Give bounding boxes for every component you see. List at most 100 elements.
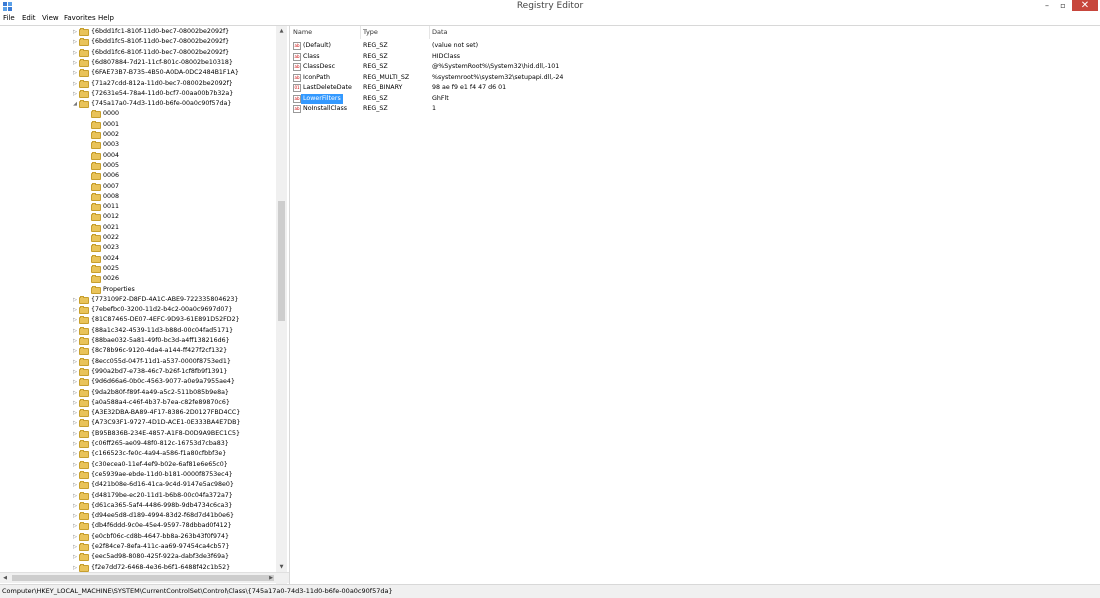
tree-node[interactable]: ▷ {6FAE73B7-B735-4B50-A0DA-0DC2484B1F1A} [0, 68, 275, 78]
tree-node[interactable]: ▷ {d94ee5d8-d189-4994-83d2-f68d7d41b0e6} [0, 511, 275, 521]
tree-node[interactable]: ▷ {d61ca365-5af4-4486-998b-9db4734c6ca3} [0, 501, 275, 511]
tree-node[interactable]: ▷ {72631e54-78a4-11d0-bcf7-00aa00b7b32a} [0, 89, 275, 99]
value-row[interactable]: ab IconPath REG_MULTI_SZ %systemroot%\syste… [290, 73, 990, 83]
tree-node[interactable]: ▷ {6bdd1fc5-810f-11d0-bec7-08002be2092f} [0, 37, 275, 47]
expand-arrow-icon[interactable]: ▷ [72, 27, 78, 37]
tree-node[interactable]: ▷ {A3E32DBA-BA89-4F17-8386-2D0127FBD4CC} [0, 408, 275, 418]
expand-arrow-icon[interactable]: ▷ [72, 37, 78, 47]
tree-node[interactable]: 0024 [0, 254, 275, 264]
expand-arrow-icon[interactable]: ▷ [72, 295, 78, 305]
value-row[interactable]: ab ClassDesc REG_SZ @%SystemRoot%\System32\… [290, 62, 990, 72]
expand-arrow-icon[interactable]: ▷ [72, 367, 78, 377]
tree-node[interactable]: ▷ {A73C93F1-9727-4D1D-ACE1-0E333BA4E7DB} [0, 418, 275, 428]
expand-arrow-icon[interactable]: ▷ [72, 58, 78, 68]
value-row[interactable]: 01 LastDeleteDate REG_BINARY 98 ae f9 e1 f4… [290, 83, 990, 93]
tree-node[interactable]: 0003 [0, 140, 275, 150]
expand-arrow-icon[interactable]: ▷ [72, 408, 78, 418]
tree-node[interactable]: ▷ {ce5939ae-ebde-11d0-b181-0000f8753ec4} [0, 470, 275, 480]
collapse-arrow-icon[interactable]: ◢ [72, 99, 78, 109]
tree-node[interactable]: 0023 [0, 243, 275, 253]
column-divider[interactable] [360, 26, 361, 39]
tree-node[interactable]: ▷ {81C87465-DE07-4EFC-9D93-61E891D52FD2} [0, 315, 275, 325]
maximize-button[interactable]: ▫ [1056, 0, 1070, 11]
close-button[interactable]: ✕ [1072, 0, 1098, 11]
expand-arrow-icon[interactable]: ▷ [72, 315, 78, 325]
scroll-up-icon[interactable]: ▲ [276, 26, 287, 36]
expand-arrow-icon[interactable]: ▷ [72, 439, 78, 449]
column-header-name[interactable]: Name [293, 28, 312, 36]
expand-arrow-icon[interactable]: ▷ [72, 552, 78, 562]
tree-node[interactable]: 0002 [0, 130, 275, 140]
tree-node[interactable]: ▷ {c30ecea0-11ef-4ef9-b02e-6af81e6e65c0} [0, 460, 275, 470]
tree-node[interactable]: 0001 [0, 120, 275, 130]
scroll-left-icon[interactable]: ◀ [0, 573, 10, 583]
menu-help[interactable]: Help [98, 14, 114, 22]
expand-arrow-icon[interactable]: ▷ [72, 449, 78, 459]
tree-node[interactable]: ▷ {9d6d66a6-0b0c-4563-9077-a0e9a7955ae4} [0, 377, 275, 387]
tree-vertical-scrollbar[interactable]: ▲ ▼ [276, 26, 287, 584]
tree-node[interactable]: ▷ {6bdd1fc1-810f-11d0-bec7-08002be2092f} [0, 27, 275, 37]
expand-arrow-icon[interactable]: ▷ [72, 480, 78, 490]
expand-arrow-icon[interactable]: ▷ [72, 532, 78, 542]
expand-arrow-icon[interactable]: ▷ [72, 511, 78, 521]
tree-node[interactable]: 0004 [0, 151, 275, 161]
tree-node[interactable]: ▷ {B95B836B-234E-4857-A1F8-D0D9A9BEC1C5} [0, 429, 275, 439]
expand-arrow-icon[interactable]: ▷ [72, 521, 78, 531]
expand-arrow-icon[interactable]: ▷ [72, 79, 78, 89]
expand-arrow-icon[interactable]: ▷ [72, 336, 78, 346]
tree-node[interactable]: ▷ {71a27cdd-812a-11d0-bec7-08002be2092f} [0, 79, 275, 89]
expand-arrow-icon[interactable]: ▷ [72, 542, 78, 552]
tree-node[interactable]: ▷ {88bae032-5a81-49f0-bc3d-a4ff138216d6} [0, 336, 275, 346]
tree-node[interactable]: ◢ {745a17a0-74d3-11d0-b6fe-00a0c90f57da} [0, 99, 275, 109]
expand-arrow-icon[interactable]: ▷ [72, 491, 78, 501]
tree-node[interactable]: ▷ {db4f6ddd-9c0e-45e4-9597-78dbbad0f412} [0, 521, 275, 531]
expand-arrow-icon[interactable]: ▷ [72, 460, 78, 470]
expand-arrow-icon[interactable]: ▷ [72, 377, 78, 387]
tree-node[interactable]: ▷ {d421b08e-6d16-41ca-9c4d-9147e5ac98e0} [0, 480, 275, 490]
tree-node[interactable]: ▷ {990a2bd7-e738-46c7-b26f-1cf8fb9f1391} [0, 367, 275, 377]
value-row[interactable]: ab (Default) REG_SZ (value not set) [290, 41, 990, 51]
expand-arrow-icon[interactable]: ▷ [72, 305, 78, 315]
tree-node[interactable]: 0022 [0, 233, 275, 243]
tree-node[interactable]: ▷ {e2f84ce7-8efa-411c-aa69-97454ca4cb57} [0, 542, 275, 552]
expand-arrow-icon[interactable]: ▷ [72, 357, 78, 367]
expand-arrow-icon[interactable]: ▷ [72, 346, 78, 356]
tree-node[interactable]: 0012 [0, 212, 275, 222]
scroll-thumb[interactable] [278, 201, 285, 321]
expand-arrow-icon[interactable]: ▷ [72, 501, 78, 511]
scroll-right-icon[interactable]: ▶ [266, 573, 276, 583]
tree-node[interactable]: ▷ {7ebefbc0-3200-11d2-b4c2-00a0c9697d07} [0, 305, 275, 315]
tree-node[interactable]: ▷ {6d807884-7d21-11cf-801c-08002be10318} [0, 58, 275, 68]
value-row[interactable]: ab LowerFilters REG_SZ GhFlt [290, 93, 990, 104]
expand-arrow-icon[interactable]: ▷ [72, 418, 78, 428]
tree-node[interactable]: ▷ {6bdd1fc6-810f-11d0-bec7-08002be2092f} [0, 48, 275, 58]
tree-node[interactable]: Properties [0, 285, 275, 295]
tree-node[interactable]: ▷ {c06ff265-ae09-48f0-812c-16753d7cba83} [0, 439, 275, 449]
tree-node[interactable]: ▷ {9da2b80f-f89f-4a49-a5c2-511b085b9e8a} [0, 388, 275, 398]
tree-node[interactable]: ▷ {88a1c342-4539-11d3-b88d-00c04fad5171} [0, 326, 275, 336]
tree-node[interactable]: 0006 [0, 171, 275, 181]
tree-node[interactable]: ▷ {773109F2-D8FD-4A1C-ABE9-722335804623} [0, 295, 275, 305]
tree-node[interactable]: 0026 [0, 274, 275, 284]
expand-arrow-icon[interactable]: ▷ [72, 48, 78, 58]
tree-horizontal-scrollbar[interactable]: ◀ ▶ [0, 572, 289, 583]
tree-node[interactable]: 0007 [0, 182, 275, 192]
expand-arrow-icon[interactable]: ▷ [72, 388, 78, 398]
tree-node[interactable]: 0025 [0, 264, 275, 274]
menu-file[interactable]: File [3, 14, 15, 22]
column-divider[interactable] [429, 26, 430, 39]
expand-arrow-icon[interactable]: ▷ [72, 398, 78, 408]
value-row[interactable]: ab Class REG_SZ HIDClass [290, 52, 990, 62]
menu-favorites[interactable]: Favorites [64, 14, 96, 22]
tree-node[interactable]: ▷ {eec5ad98-8080-425f-922a-dabf3de3f69a} [0, 552, 275, 562]
scroll-down-icon[interactable]: ▼ [276, 562, 287, 572]
tree-node[interactable]: 0008 [0, 192, 275, 202]
tree-node[interactable]: 0011 [0, 202, 275, 212]
tree-node[interactable]: ▷ {d48179be-ec20-11d1-b6b8-00c04fa372a7} [0, 491, 275, 501]
column-header-data[interactable]: Data [432, 28, 448, 36]
tree-node[interactable]: ▷ {c166523c-fe0c-4a94-a586-f1a80cfbbf3e} [0, 449, 275, 459]
value-row[interactable]: ab NoInstallClass REG_SZ 1 [290, 104, 990, 114]
expand-arrow-icon[interactable]: ▷ [72, 89, 78, 99]
expand-arrow-icon[interactable]: ▷ [72, 326, 78, 336]
menu-view[interactable]: View [42, 14, 59, 22]
